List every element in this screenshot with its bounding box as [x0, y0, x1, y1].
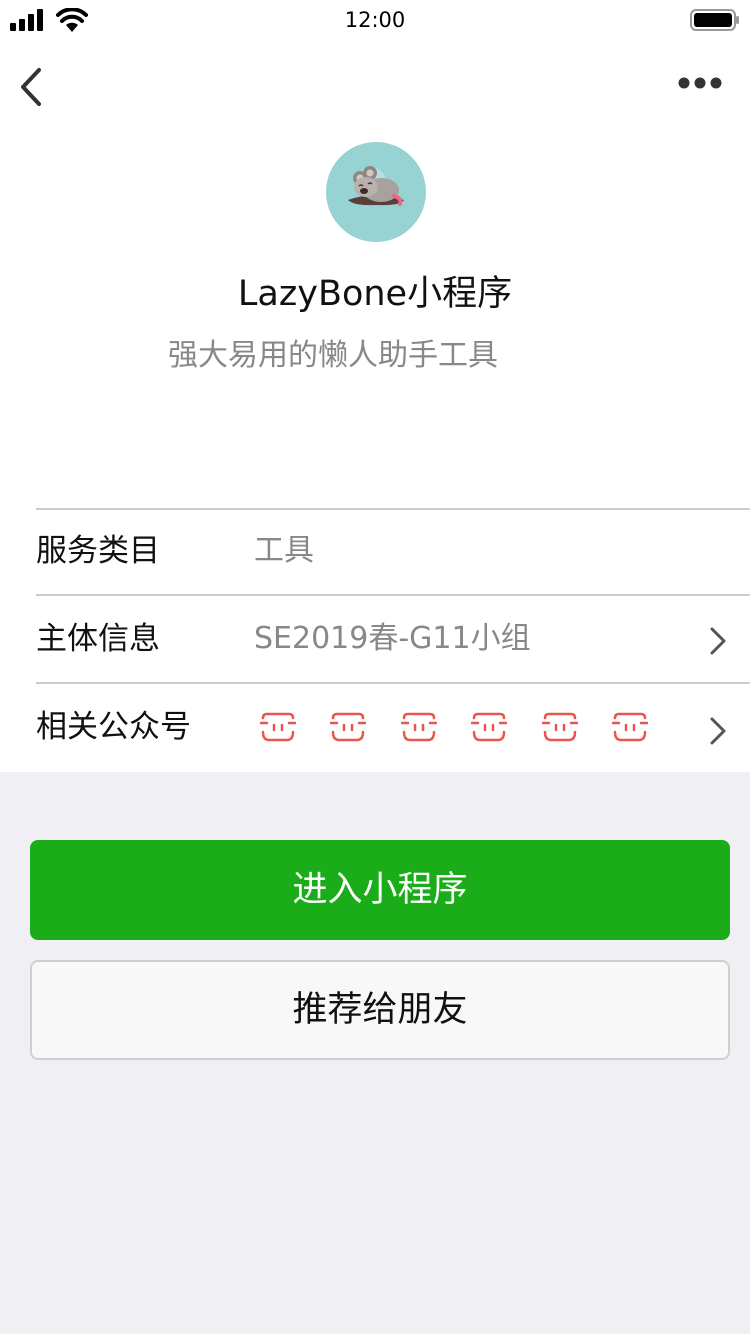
status-bar: 12:00: [0, 0, 750, 40]
subject-label: 主体信息: [36, 621, 160, 657]
divider: [36, 594, 750, 596]
subject-value: SE2019春-G11小组: [254, 621, 531, 656]
status-time: 12:00: [344, 8, 406, 32]
battery-icon: [690, 9, 739, 31]
divider: [36, 508, 750, 510]
category-value: 工具: [254, 533, 314, 568]
chevron-right-icon: [710, 717, 726, 745]
chevron-right-icon: [710, 627, 726, 655]
app-description: 强大易用的懒人助手工具: [168, 338, 498, 373]
official-account-icon: [471, 712, 508, 742]
accounts-label: 相关公众号: [36, 709, 191, 745]
official-account-icon: [260, 712, 296, 742]
official-account-icon: [330, 712, 367, 742]
koala-icon: [348, 166, 404, 206]
official-account-icon: [541, 712, 578, 742]
enter-miniprogram-button[interactable]: 进入小程序: [30, 840, 730, 940]
official-account-icon: [612, 712, 648, 742]
app-name: LazyBone小程序: [237, 274, 513, 314]
divider: [36, 682, 750, 684]
chevron-left-icon[interactable]: [18, 66, 44, 108]
more-dots-icon[interactable]: [678, 74, 722, 92]
category-label: 服务类目: [36, 533, 160, 569]
share-to-friend-button[interactable]: 推荐给朋友: [30, 960, 730, 1060]
profile-card: 12:00 LazyBone小程序 强大易用的懒人助手工具 服务类目 工具 主体…: [0, 0, 750, 772]
avatar: [326, 142, 426, 242]
official-account-icon: [400, 712, 437, 742]
